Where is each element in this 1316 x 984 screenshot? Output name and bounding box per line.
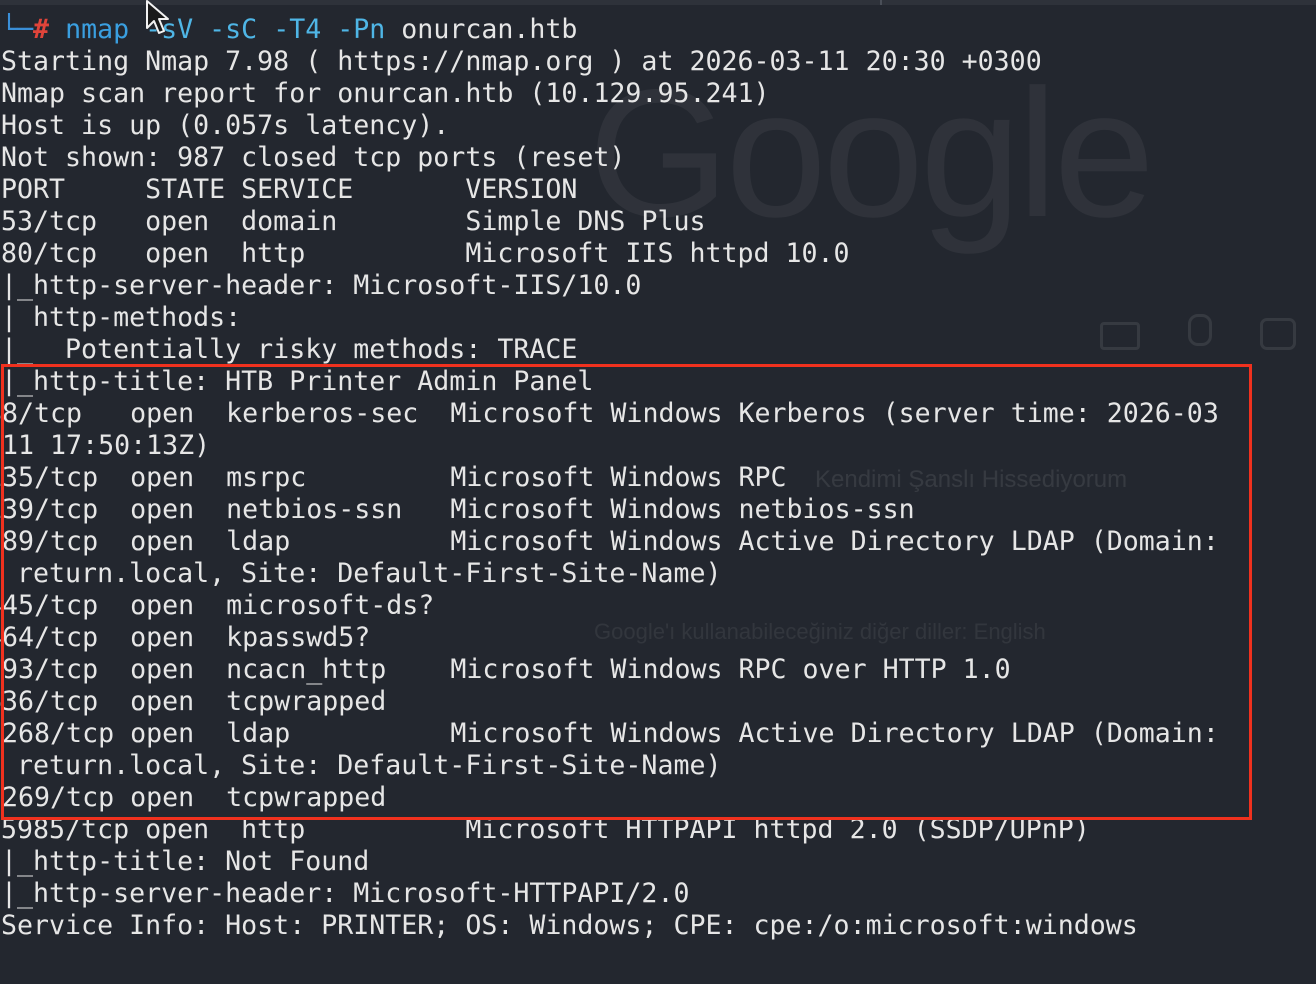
output-line: -11 17:50:13Z) xyxy=(0,430,211,461)
output-line: 5985/tcp open http Microsoft HTTPAPI htt… xyxy=(1,814,1090,845)
output-line: PORT STATE SERVICE VERSION xyxy=(1,174,578,205)
terminal-top-bar xyxy=(0,0,1316,5)
output-line: |_http-server-header: Microsoft-IIS/10.0 xyxy=(1,270,642,301)
output-line: return.local, Site: Default-First-Site-N… xyxy=(1,558,722,589)
output-line: 3269/tcp open tcpwrapped xyxy=(0,782,387,813)
command-name: nmap xyxy=(65,14,130,45)
output-line: 3268/tcp open ldap Microsoft Windows Act… xyxy=(0,718,1219,749)
terminal-output: └─# nmap -sV -sC -T4 -Pn onurcan.htb Sta… xyxy=(0,14,1219,942)
output-line: |_http-title: HTB Printer Admin Panel xyxy=(1,366,594,397)
camera-icon xyxy=(1260,318,1296,350)
output-line: Nmap scan report for onurcan.htb (10.129… xyxy=(1,78,770,109)
output-line: 464/tcp open kpasswd5? xyxy=(0,622,371,653)
output-line: 135/tcp open msrpc Microsoft Windows RPC xyxy=(0,462,787,493)
output-line: 88/tcp open kerberos-sec Microsoft Windo… xyxy=(0,398,1219,429)
output-line: 53/tcp open domain Simple DNS Plus xyxy=(1,206,706,237)
output-line: | http-methods: xyxy=(1,302,258,333)
output-line: 389/tcp open ldap Microsoft Windows Acti… xyxy=(0,526,1219,557)
prompt-hash: # xyxy=(33,14,50,45)
output-line: 139/tcp open netbios-ssn Microsoft Windo… xyxy=(0,494,915,525)
output-line: Service Info: Host: PRINTER; OS: Windows… xyxy=(1,910,1138,941)
command-target: onurcan.htb xyxy=(401,14,578,45)
output-line: Not shown: 987 closed tcp ports (reset) xyxy=(1,142,626,173)
output-line: |_http-server-header: Microsoft-HTTPAPI/… xyxy=(1,878,690,909)
output-line: Starting Nmap 7.98 ( https://nmap.org ) … xyxy=(1,46,1042,77)
output-line: 80/tcp open http Microsoft IIS httpd 10.… xyxy=(1,238,850,269)
mouse-pointer-icon xyxy=(146,0,169,34)
output-line: |_http-title: Not Found xyxy=(1,846,370,877)
command-line: └─# nmap -sV -sC -T4 -Pn onurcan.htb xyxy=(1,14,1219,46)
output-line: return.local, Site: Default-First-Site-N… xyxy=(1,750,722,781)
prompt-corner: └─ xyxy=(1,14,34,45)
output-line: 593/tcp open ncacn_http Microsoft Window… xyxy=(0,654,1011,685)
terminal-window[interactable]: Google Kendimi Şanslı Hissediyorum Googl… xyxy=(0,0,1316,984)
output-line: 636/tcp open tcpwrapped xyxy=(0,686,387,717)
output-line: 445/tcp open microsoft-ds? xyxy=(0,590,435,621)
output-line: Host is up (0.057s latency). xyxy=(1,110,450,141)
output-line: |_ Potentially risky methods: TRACE xyxy=(1,334,578,365)
